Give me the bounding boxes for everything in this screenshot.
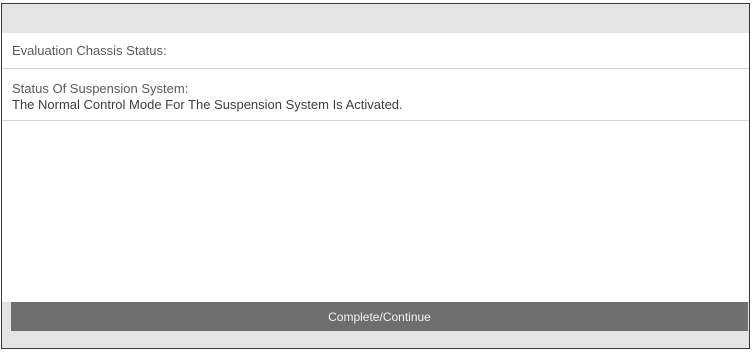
evaluation-chassis-status-label: Evaluation Chassis Status:	[12, 43, 167, 58]
evaluation-chassis-status-row: Evaluation Chassis Status:	[2, 33, 749, 69]
suspension-status-title: Status Of Suspension System:	[12, 81, 189, 96]
diagnostic-screen: Evaluation Chassis Status: Status Of Sus…	[1, 3, 750, 349]
top-bar	[2, 4, 749, 33]
suspension-status-message: The Normal Control Mode For The Suspensi…	[12, 97, 403, 112]
suspension-status-row: Status Of Suspension System: The Normal …	[2, 69, 749, 121]
complete-continue-button[interactable]: Complete/Continue	[11, 302, 748, 331]
